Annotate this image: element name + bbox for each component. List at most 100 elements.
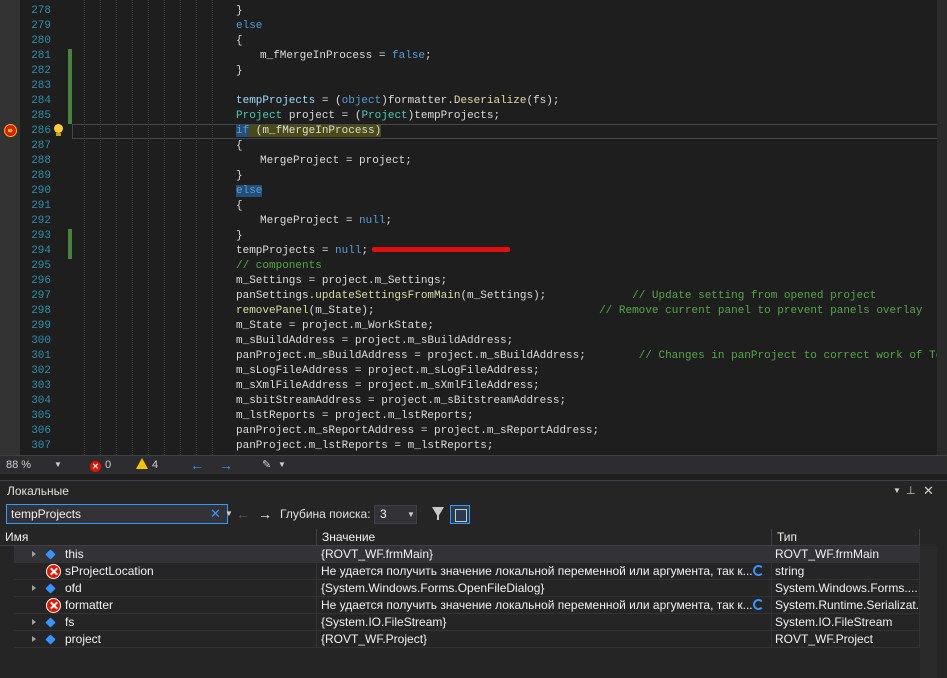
navigate-forward-icon[interactable]: → — [219, 456, 233, 474]
code-line[interactable]: 282} — [0, 64, 947, 79]
code-text[interactable]: m_Settings = project.m_Settings; — [236, 274, 447, 289]
code-line[interactable]: 298 removePanel(m_State); // Remove curre… — [0, 304, 947, 319]
editor-vertical-scrollbar[interactable] — [937, 0, 947, 455]
name-cell[interactable]: formatter — [14, 597, 317, 614]
type-cell[interactable]: System.Runtime.Serializat... — [772, 597, 920, 614]
code-text[interactable]: tempProjects = (object)formatter.Deseria… — [236, 94, 560, 109]
name-cell[interactable]: this — [14, 546, 317, 563]
locals-row-project[interactable]: project {ROVT_WF.Project} ROVT_WF.Project — [14, 631, 920, 648]
type-cell[interactable]: string — [772, 563, 920, 580]
code-text[interactable]: } — [236, 169, 243, 184]
code-text[interactable]: panProject.m_sBuildAddress = project.m_s… — [236, 349, 947, 364]
code-text[interactable]: removePanel(m_State); // Remove current … — [236, 304, 923, 319]
value-cell[interactable]: Не удается получить значение локальной п… — [317, 597, 772, 614]
code-line[interactable]: 288 MergeProject = project; — [0, 154, 947, 169]
type-cell[interactable]: ROVT_WF.Project — [772, 631, 920, 648]
search-dropdown-icon[interactable]: ▼ — [225, 505, 233, 523]
brush-icon[interactable]: ✎ — [262, 456, 271, 474]
code-line[interactable]: 291 { — [0, 199, 947, 214]
view-options-icon[interactable] — [450, 505, 470, 524]
code-line[interactable]: 300 m_sBuildAddress = project.m_sBuildAdd… — [0, 334, 947, 349]
code-line[interactable]: 302 m_sLogFileAddress = project.m_sLogFil… — [0, 364, 947, 379]
code-line[interactable]: 285 Project project = (Project)tempProjec… — [0, 109, 947, 124]
code-text[interactable]: m_sbitStreamAddress = project.m_sBitstre… — [236, 394, 566, 409]
expand-arrow-icon[interactable] — [32, 585, 36, 591]
type-cell[interactable]: System.Windows.Forms.... — [772, 580, 920, 597]
search-back-icon[interactable]: ← — [236, 504, 250, 524]
search-input[interactable]: tempProjects ✕ ▼ — [6, 504, 233, 524]
search-forward-icon[interactable]: → — [258, 504, 272, 524]
code-text[interactable]: m_fMergeInProcess = false; — [260, 49, 432, 64]
code-line[interactable]: 286 if (m_fMergeInProcess) — [0, 124, 947, 139]
code-line[interactable]: 293} — [0, 229, 947, 244]
column-header-value[interactable]: Значение — [317, 529, 772, 546]
code-text[interactable]: { — [236, 199, 243, 214]
code-line[interactable]: 295 // components — [0, 259, 947, 274]
code-text[interactable]: panSettings.updateSettingsFromMain(m_Set… — [236, 289, 876, 304]
code-editor[interactable]: 278} 279 else 280{281 m_fMergeInProcess = fa… — [0, 0, 947, 455]
locals-row-ofd[interactable]: ofd {System.Windows.Forms.OpenFileDialog}… — [14, 580, 920, 597]
expand-arrow-icon[interactable] — [32, 551, 36, 557]
code-text[interactable]: tempProjects = null; — [236, 244, 368, 259]
value-cell[interactable]: {System.Windows.Forms.OpenFileDialog} — [317, 580, 772, 597]
code-line[interactable]: 304 m_sbitStreamAddress = project.m_sBits… — [0, 394, 947, 409]
code-line[interactable]: 303 m_sXmlFileAddress = project.m_sXmlFil… — [0, 379, 947, 394]
refresh-icon[interactable] — [753, 565, 764, 576]
zoom-level[interactable]: 88 % — [6, 456, 31, 474]
code-line[interactable]: 292 MergeProject = null; — [0, 214, 947, 229]
locals-row-this[interactable]: this {ROVT_WF.frmMain} ROVT_WF.frmMain — [14, 546, 920, 563]
pin-icon[interactable]: ⊥ — [906, 481, 916, 501]
errors-indicator[interactable]: ✕ 0 — [90, 456, 111, 474]
code-line[interactable]: 306 panProject.m_sReportAddress = project… — [0, 424, 947, 439]
locals-row-fs[interactable]: fs {System.IO.FileStream} System.IO.FileSt… — [14, 614, 920, 631]
refresh-icon[interactable] — [753, 599, 764, 610]
name-cell[interactable]: ofd — [14, 580, 317, 597]
code-line[interactable]: 283 — [0, 79, 947, 94]
code-text[interactable]: { — [236, 139, 243, 154]
breakpoint-current-statement-icon[interactable] — [4, 124, 17, 137]
clear-search-icon[interactable]: ✕ — [210, 505, 221, 523]
expand-arrow-icon[interactable] — [32, 619, 36, 625]
navigate-back-icon[interactable]: ← — [190, 456, 204, 474]
locals-row-formatter[interactable]: formatter Не удается получить значение ло… — [14, 597, 920, 614]
code-text[interactable]: } — [236, 229, 243, 244]
grid-vertical-scrollbar[interactable] — [920, 546, 937, 678]
code-text[interactable]: else — [236, 19, 262, 34]
zoom-dropdown-icon[interactable]: ▼ — [54, 456, 62, 474]
code-line[interactable]: 278} — [0, 4, 947, 19]
code-line[interactable]: 299 m_State = project.m_WorkState; — [0, 319, 947, 334]
code-text[interactable]: // components — [236, 259, 322, 274]
filter-icon[interactable] — [432, 507, 446, 521]
code-text[interactable]: m_sBuildAddress = project.m_sBuildAddres… — [236, 334, 513, 349]
search-depth-select[interactable]: 3 ▼ — [374, 505, 417, 524]
code-text[interactable]: else — [236, 184, 263, 199]
value-cell[interactable]: Не удается получить значение локальной п… — [317, 563, 772, 580]
value-cell[interactable]: {ROVT_WF.Project} — [317, 631, 772, 648]
code-text[interactable]: } — [236, 64, 243, 79]
column-header-name[interactable]: Имя — [0, 529, 317, 546]
code-text[interactable]: MergeProject = project; — [260, 154, 412, 169]
code-line[interactable]: 305 m_lstReports = project.m_lstReports; — [0, 409, 947, 424]
code-text[interactable]: MergeProject = null; — [260, 214, 392, 229]
warnings-indicator[interactable]: 4 — [136, 456, 158, 474]
code-text[interactable]: panProject.m_lstReports = m_lstReports; — [236, 439, 493, 454]
code-text[interactable]: } — [236, 4, 243, 19]
code-line[interactable]: 280 { — [0, 34, 947, 49]
code-text[interactable]: Project project = (Project)tempProjects; — [236, 109, 500, 124]
code-line[interactable]: 281 m_fMergeInProcess = false; — [0, 49, 947, 64]
name-cell[interactable]: fs — [14, 614, 317, 631]
close-icon[interactable]: ✕ — [923, 481, 934, 501]
code-text[interactable]: m_lstReports = project.m_lstReports; — [236, 409, 474, 424]
code-text[interactable]: m_sLogFileAddress = project.m_sLogFileAd… — [236, 364, 540, 379]
value-cell[interactable]: {System.IO.FileStream} — [317, 614, 772, 631]
code-line[interactable]: 290 else — [0, 184, 947, 199]
type-cell[interactable]: ROVT_WF.frmMain — [772, 546, 920, 563]
code-line[interactable]: 296 m_Settings = project.m_Settings; — [0, 274, 947, 289]
locals-row-sProjectLocation[interactable]: sProjectLocation Не удается получить знач… — [14, 563, 920, 580]
locals-title[interactable]: Локальные — [0, 481, 947, 501]
code-text[interactable]: if (m_fMergeInProcess) — [236, 124, 382, 139]
column-header-type[interactable]: Тип — [772, 529, 920, 546]
code-text[interactable]: panProject.m_sReportAddress = project.m_… — [236, 424, 599, 439]
expand-arrow-icon[interactable] — [32, 636, 36, 642]
name-cell[interactable]: project — [14, 631, 317, 648]
